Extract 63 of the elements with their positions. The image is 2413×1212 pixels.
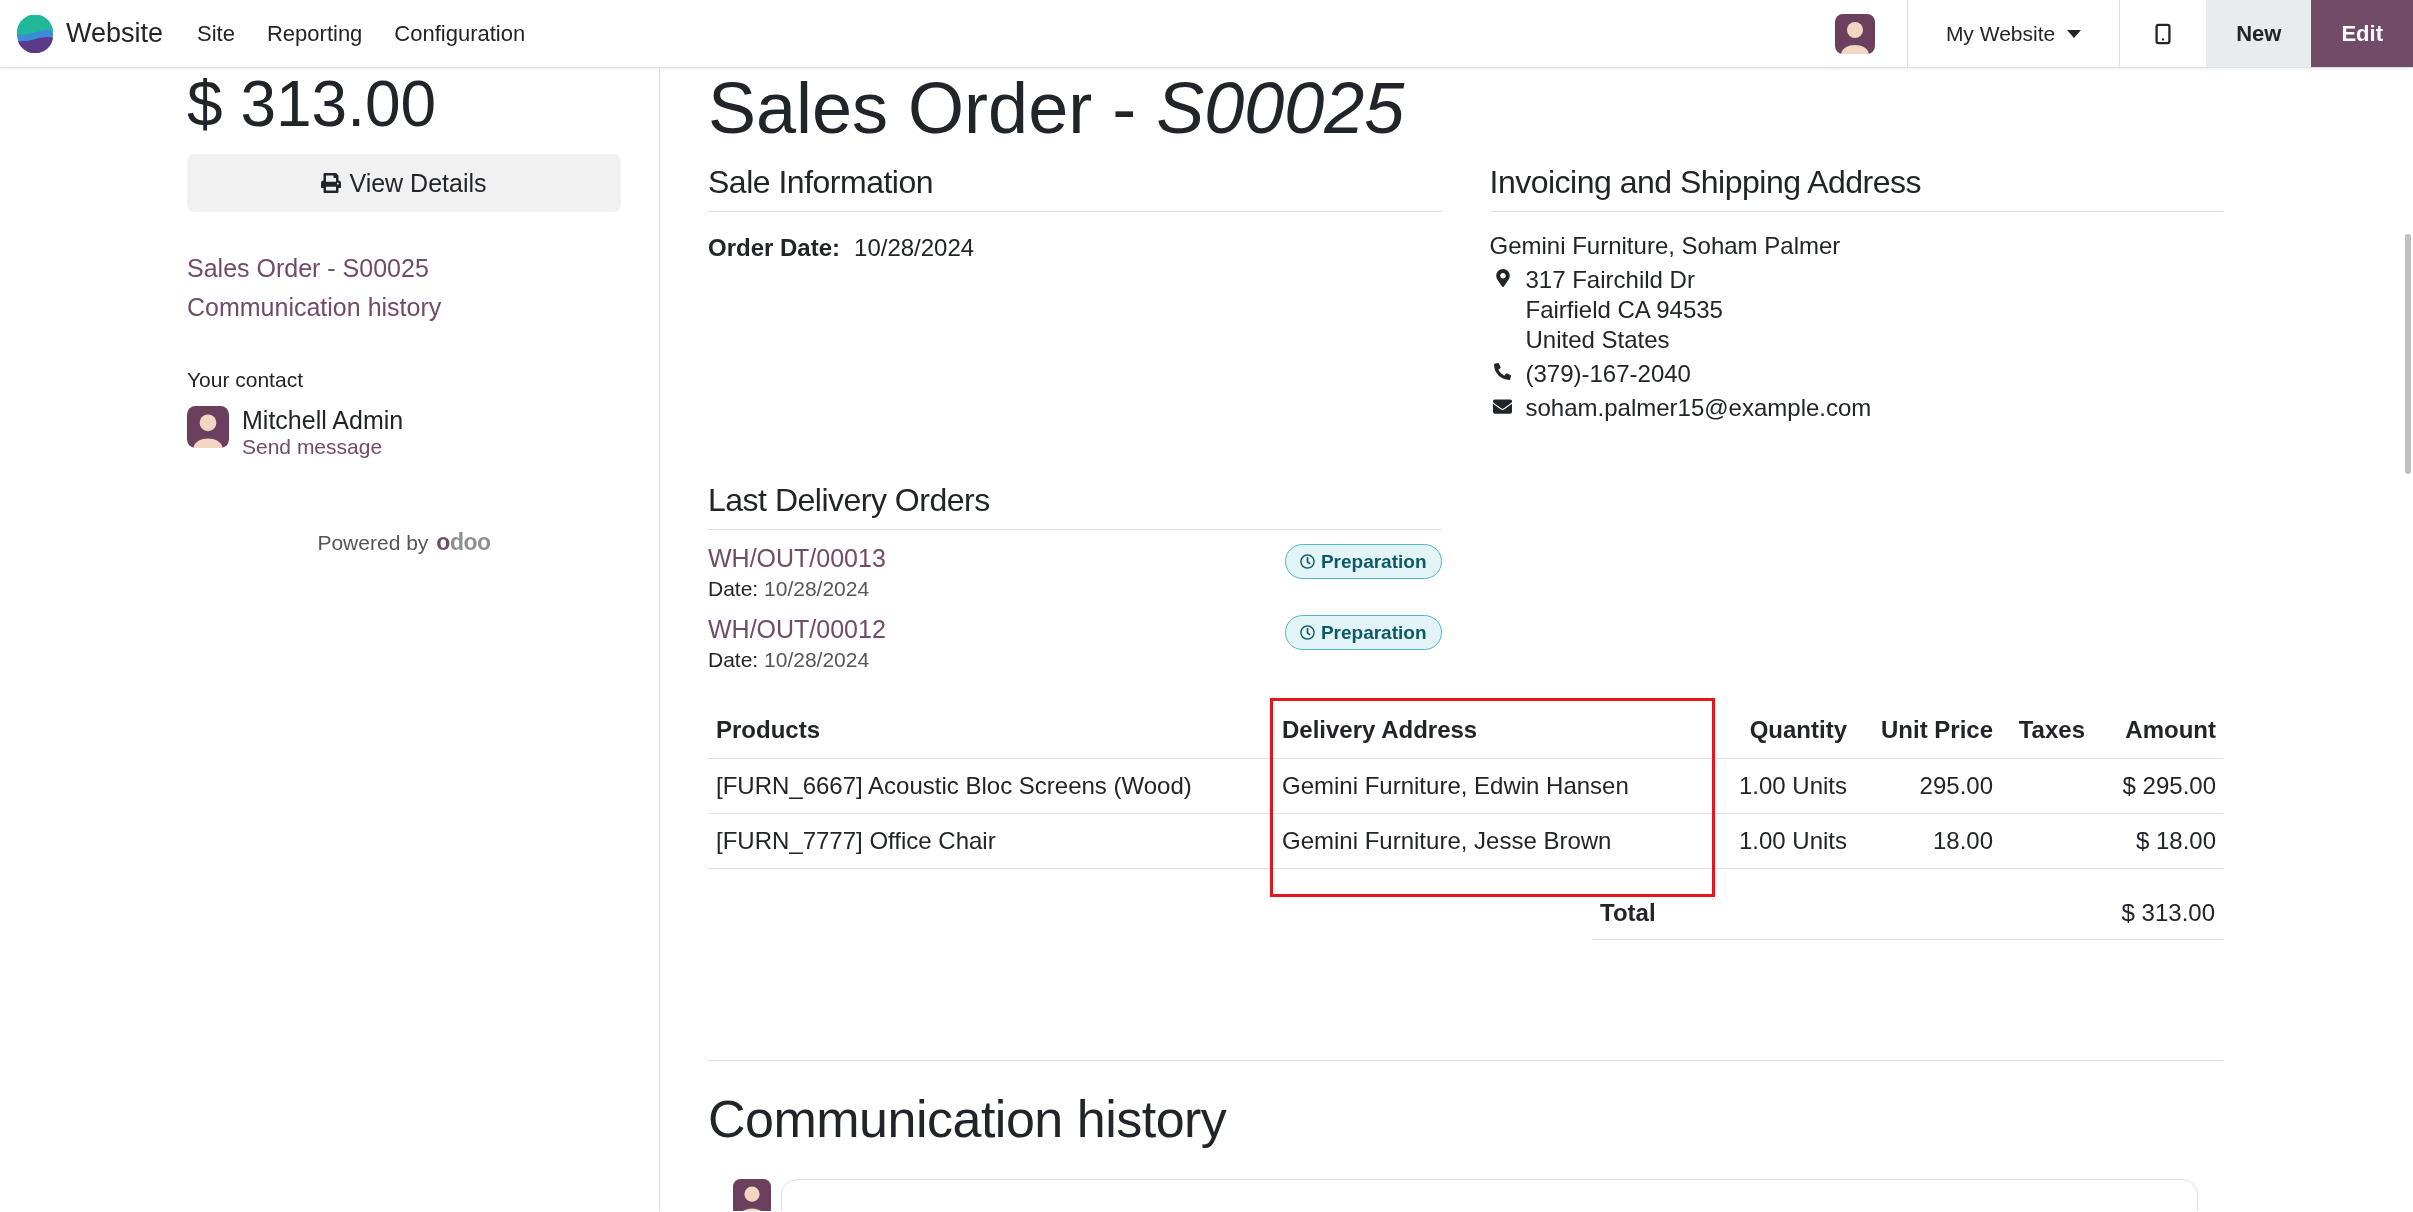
section-title: Communication history xyxy=(708,1089,1228,1149)
field-label: Order Date: xyxy=(708,234,841,262)
total-label: Total xyxy=(1600,899,1656,927)
table-cell: $ 295.00 xyxy=(2093,758,2223,814)
website-selector[interactable]: My Website xyxy=(1939,20,2088,47)
contact-heading: Your contact xyxy=(187,368,304,392)
address-line: Fairfield CA 94535 xyxy=(1525,296,1723,324)
table-cell: 1.00 Units xyxy=(1713,758,1855,814)
phone-number: (379)-167-2040 xyxy=(1525,360,1691,388)
sidebar-link[interactable]: Sales Order - S00025 xyxy=(187,254,429,283)
customer-name: Gemini Furniture, Soham Palmer xyxy=(1489,232,1842,260)
table-cell: [FURN_7777] Office Chair xyxy=(708,813,1274,869)
phone-icon xyxy=(1494,363,1511,380)
printer-icon xyxy=(321,173,342,193)
sidebar-link[interactable]: Communication history xyxy=(187,293,442,322)
total-value: $ 313.00 xyxy=(2121,899,2215,927)
scrollbar-thumb[interactable] xyxy=(2405,234,2411,474)
column-header: Delivery Address xyxy=(1274,702,1713,759)
page-title: Sales Order - S00025 xyxy=(708,72,1406,144)
edit-button[interactable]: Edit xyxy=(2311,0,2413,67)
delivery-link[interactable]: WH/OUT/00013 xyxy=(708,544,886,573)
menu-item[interactable]: Reporting xyxy=(250,20,379,47)
address-line: 317 Fairchild Dr xyxy=(1525,266,1696,294)
table-cell: $ 18.00 xyxy=(2093,813,2223,869)
map-pin-icon xyxy=(1493,269,1512,287)
table-cell: 1.00 Units xyxy=(1713,813,1855,869)
new-button[interactable]: New xyxy=(2206,0,2312,67)
address-line: United States xyxy=(1525,326,1671,354)
order-total: $ 313.00 xyxy=(187,72,438,136)
section-heading: Invoicing and Shipping Address xyxy=(1489,164,2223,212)
column-header: Quantity xyxy=(1713,702,1855,759)
avatar-icon xyxy=(733,1179,771,1211)
odoo-logo[interactable]: odoo xyxy=(436,529,491,556)
menu-item[interactable]: Configuration xyxy=(378,20,542,47)
caret-icon xyxy=(2067,29,2082,38)
menu-item[interactable]: Site xyxy=(181,20,251,47)
avatar-icon xyxy=(1834,13,1875,54)
column-header: Products xyxy=(708,702,1274,759)
table-cell: [FURN_6667] Acoustic Bloc Screens (Wood) xyxy=(708,758,1274,814)
status-badge: Preparation xyxy=(1284,544,1442,579)
send-message-link[interactable]: Send message xyxy=(242,435,383,459)
contact-name: Mitchell Admin xyxy=(242,406,404,435)
app-name: Website xyxy=(66,18,164,49)
column-header: Taxes xyxy=(2001,702,2093,759)
table-cell: 18.00 xyxy=(1855,813,2001,869)
delivery-date: Date: 10/28/2024 xyxy=(708,577,871,601)
table-cell: 295.00 xyxy=(1855,758,2001,814)
envelope-icon xyxy=(1493,397,1512,416)
table-cell: Gemini Furniture, Edwin Hansen xyxy=(1274,758,1713,814)
status-badge: Preparation xyxy=(1284,615,1442,650)
delivery-link[interactable]: WH/OUT/00012 xyxy=(708,615,886,644)
avatar-icon xyxy=(187,406,229,448)
column-header: Unit Price xyxy=(1855,702,2001,759)
view-details-button[interactable]: View Details xyxy=(187,154,621,212)
field-value: 10/28/2024 xyxy=(854,234,975,262)
section-heading: Sale Information xyxy=(708,164,1442,212)
email-address: soham.palmer15@example.com xyxy=(1525,394,1872,422)
delivery-date: Date: 10/28/2024 xyxy=(708,648,871,672)
section-heading: Last Delivery Orders xyxy=(708,482,1442,530)
column-header: Amount xyxy=(2093,702,2223,759)
logo-icon xyxy=(16,14,54,53)
table-cell: Gemini Furniture, Jesse Brown xyxy=(1274,813,1713,869)
powered-by-text: Powered by xyxy=(317,531,429,555)
